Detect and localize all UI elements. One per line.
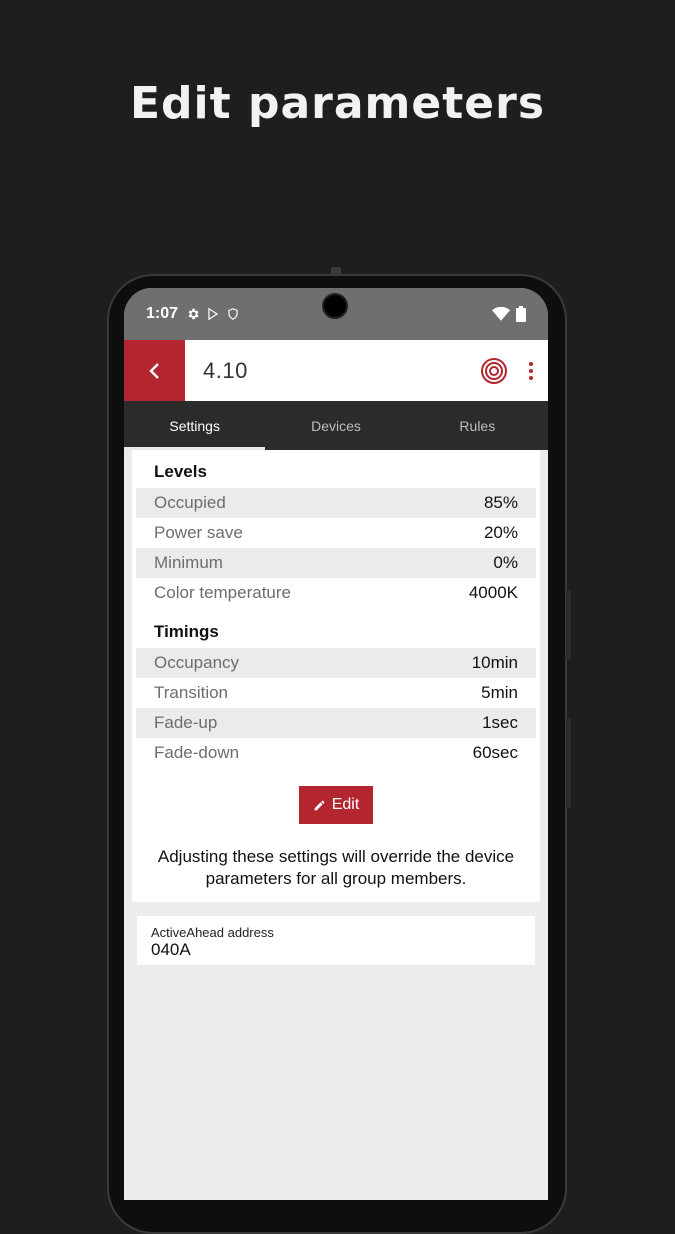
row-value: 1sec — [482, 713, 518, 732]
edit-button[interactable]: Edit — [299, 786, 373, 824]
pencil-icon — [314, 800, 325, 810]
row-label: Occupancy — [154, 653, 240, 672]
row-value: 0% — [493, 553, 518, 572]
row-label: Fade-down — [154, 743, 240, 762]
parameters-card: Levels Occupied 85% Power save 20% Minim… — [132, 450, 540, 902]
front-camera — [322, 293, 348, 319]
override-note: Adjusting these settings will override t… — [157, 847, 515, 888]
table-row: Color temperature 4000K — [136, 578, 536, 608]
address-value: 040A — [151, 940, 191, 959]
row-label: Power save — [154, 523, 243, 542]
table-row: Power save 20% — [136, 518, 536, 548]
table-row: Minimum 0% — [136, 548, 536, 578]
row-label: Occupied — [154, 493, 226, 512]
status-bar: 1:07 — [124, 288, 548, 340]
tab-settings[interactable]: Settings — [124, 401, 266, 450]
row-label: Fade-up — [154, 713, 218, 732]
row-value: 85% — [483, 493, 518, 512]
levels-section-title: Levels — [154, 462, 207, 481]
row-label: Minimum — [154, 553, 223, 572]
phone-side-button — [566, 718, 571, 808]
group-title: 4.10 — [203, 357, 248, 383]
row-value: 60sec — [472, 743, 518, 762]
row-value: 10min — [471, 653, 518, 672]
page-headline: Edit parameters — [129, 78, 546, 129]
settings-gear-icon — [188, 308, 199, 320]
row-value: 4000K — [468, 583, 518, 602]
edit-button-label: Edit — [331, 796, 360, 813]
phone-side-button — [566, 590, 571, 660]
table-row: Fade-up 1sec — [136, 708, 536, 738]
row-label: Transition — [154, 683, 229, 702]
more-vert-icon[interactable] — [528, 361, 534, 381]
phone-screen: 1:07 4.10 Settings Devices Rules Levels … — [124, 288, 548, 1200]
address-card: ActiveAhead address 040A — [137, 916, 535, 965]
play-store-icon — [208, 307, 219, 321]
target-identify-icon[interactable] — [480, 357, 508, 385]
row-value: 20% — [483, 523, 518, 542]
table-row: Occupied 85% — [136, 488, 536, 518]
row-label: Color temperature — [154, 583, 292, 602]
back-button[interactable] — [124, 340, 185, 401]
table-row: Fade-down 60sec — [136, 738, 536, 768]
status-time: 1:07 — [146, 305, 179, 322]
table-row: Occupancy 10min — [136, 648, 536, 678]
chevron-left-icon — [148, 362, 159, 379]
app-bar: 4.10 — [124, 340, 548, 401]
tab-devices[interactable]: Devices — [265, 401, 406, 450]
address-label: ActiveAhead address — [151, 925, 274, 940]
shield-icon — [228, 308, 238, 320]
timings-section-title: Timings — [154, 622, 219, 641]
tab-rules[interactable]: Rules — [407, 401, 548, 450]
row-value: 5min — [481, 683, 518, 702]
wifi-icon — [492, 307, 510, 321]
battery-icon — [516, 306, 526, 322]
tab-bar: Settings Devices Rules — [124, 401, 548, 450]
table-row: Transition 5min — [136, 678, 536, 708]
